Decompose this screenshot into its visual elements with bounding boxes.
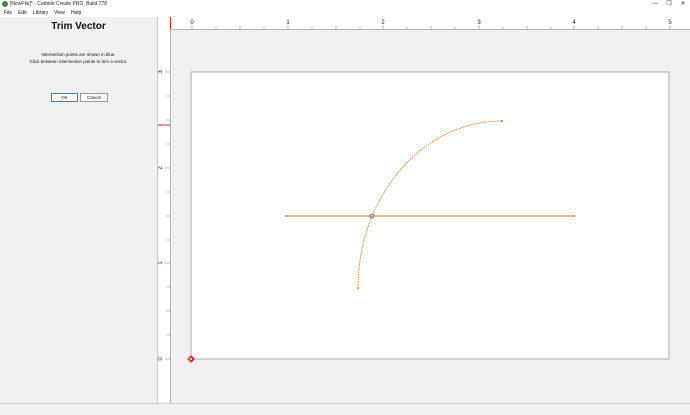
cancel-button[interactable]: Cancel bbox=[80, 93, 108, 102]
ruler-corner-marker bbox=[170, 17, 171, 29]
trim-vector-panel: Trim Vector Intersection points are show… bbox=[0, 17, 158, 403]
design-canvas[interactable] bbox=[171, 30, 690, 403]
ruler-left-label-1: 1 bbox=[158, 261, 164, 265]
instruction-line-2: Click between intersection points to tri… bbox=[29, 59, 128, 64]
maximize-button[interactable]: ❐ bbox=[662, 0, 676, 9]
arc-end-node[interactable] bbox=[501, 120, 503, 122]
ruler-top-label-0: 0 bbox=[190, 20, 194, 26]
ruler-top-label-3: 3 bbox=[477, 20, 481, 26]
vertical-ruler: 3 2 1 0 bbox=[158, 29, 171, 403]
ruler-top-label-1: 1 bbox=[286, 20, 290, 26]
stock-material-area bbox=[190, 71, 670, 360]
window-title: [NewFile]* - Carbide Create PRO, Build 7… bbox=[10, 1, 107, 7]
panel-title: Trim Vector bbox=[51, 21, 106, 32]
ruler-left-label-2: 2 bbox=[158, 166, 164, 170]
ruler-top-label-4: 4 bbox=[572, 20, 576, 26]
arc-start-node[interactable] bbox=[357, 287, 359, 289]
menu-edit[interactable]: Edit bbox=[18, 9, 27, 17]
menu-bar: File Edit Library View Help bbox=[0, 9, 690, 17]
ruler-top-label-5: 5 bbox=[668, 20, 672, 26]
close-button[interactable]: ✕ bbox=[676, 0, 690, 9]
horizontal-ruler: 0 1 2 3 4 5 bbox=[158, 17, 690, 30]
app-icon bbox=[2, 1, 8, 7]
ruler-top-label-2: 2 bbox=[381, 20, 385, 26]
line-start-node[interactable] bbox=[285, 215, 287, 217]
line-end-node[interactable] bbox=[573, 215, 575, 217]
title-bar: [NewFile]* - Carbide Create PRO, Build 7… bbox=[0, 0, 690, 9]
ok-button[interactable]: OK bbox=[51, 93, 78, 102]
menu-library[interactable]: Library bbox=[33, 9, 48, 17]
ruler-left-label-3: 3 bbox=[158, 70, 164, 74]
status-bar bbox=[0, 403, 690, 415]
ruler-left-label-0: 0 bbox=[158, 357, 164, 361]
menu-view[interactable]: View bbox=[54, 9, 65, 17]
instruction-line-1: Intersection points are shown in blue. bbox=[41, 52, 116, 57]
menu-file[interactable]: File bbox=[4, 9, 12, 17]
menu-help[interactable]: Help bbox=[71, 9, 81, 17]
minimize-button[interactable]: — bbox=[648, 0, 662, 9]
